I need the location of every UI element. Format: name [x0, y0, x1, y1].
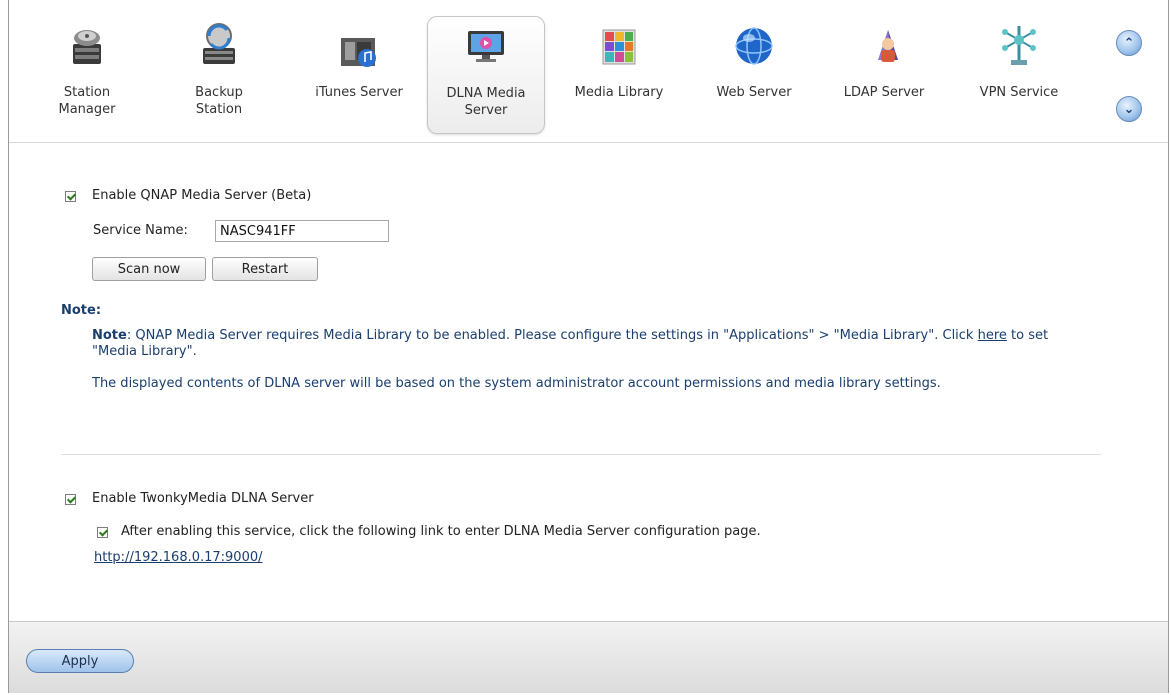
enable-qnap-media-server-label: Enable QNAP Media Server (Beta)	[92, 188, 312, 203]
note-heading: Note:	[61, 303, 102, 318]
toolbar-item-label: Station Manager	[58, 85, 116, 117]
web-server-icon	[735, 27, 773, 65]
toolbar-item-vpn-service[interactable]: VPN Service	[964, 16, 1074, 134]
scroll-down-button[interactable]: ⌄	[1116, 96, 1142, 122]
twonky-config-label: After enabling this service, click the f…	[121, 524, 761, 539]
restart-button[interactable]: Restart	[212, 257, 318, 281]
toolbar-item-label: Web Server	[716, 85, 792, 100]
media-library-icon	[602, 29, 636, 65]
chevron-down-icon: ⌄	[1123, 101, 1135, 117]
backup-station-icon	[203, 23, 235, 64]
service-name-input[interactable]	[215, 220, 389, 242]
dlna-media-server-icon	[468, 31, 504, 62]
toolbar-item-web-server[interactable]: Web Server	[699, 16, 809, 134]
apply-button[interactable]: Apply	[26, 649, 134, 673]
section-divider	[61, 454, 1101, 455]
chevron-up-icon: ⌃	[1123, 35, 1135, 51]
footer-bar: Apply	[9, 621, 1168, 693]
dlna-settings-panel: Enable QNAP Media Server (Beta) Service …	[9, 143, 1168, 621]
scroll-up-button[interactable]: ⌃	[1116, 30, 1142, 56]
vpn-service-icon	[1002, 26, 1036, 65]
toolbar-item-label: LDAP Server	[843, 85, 925, 100]
toolbar-item-label: Media Library	[574, 85, 664, 100]
note-text-part: : QNAP Media Server requires Media Libra…	[126, 328, 978, 343]
station-manager-icon	[73, 30, 101, 64]
enable-twonky-label: Enable TwonkyMedia DLNA Server	[92, 491, 314, 506]
enable-qnap-media-server-checkbox[interactable]	[65, 191, 76, 202]
application-window: Station Manager Backup Station iTunes Se…	[8, 0, 1169, 693]
itunes-server-icon	[341, 38, 376, 67]
toolbar-item-dlna-media-server[interactable]: DLNA Media Server	[427, 16, 545, 134]
toolbar-item-label: Backup Station	[195, 85, 243, 117]
note-paragraph-media-library: Note: QNAP Media Server requires Media L…	[92, 328, 1077, 360]
note-paragraph-permissions: The displayed contents of DLNA server wi…	[92, 376, 941, 391]
toolbar-item-media-library[interactable]: Media Library	[559, 16, 679, 134]
toolbar-item-label: DLNA Media Server	[446, 86, 526, 118]
toolbar-item-itunes-server[interactable]: iTunes Server	[299, 16, 419, 134]
service-name-label: Service Name:	[93, 223, 188, 238]
toolbar-item-station-manager[interactable]: Station Manager	[45, 16, 129, 134]
toolbar-item-label: iTunes Server	[315, 85, 403, 100]
twonky-config-link-checkbox[interactable]	[97, 527, 108, 538]
twonky-config-url-link[interactable]: http://192.168.0.17:9000/	[94, 550, 263, 565]
toolbar-item-label: VPN Service	[979, 85, 1059, 100]
enable-twonky-checkbox[interactable]	[65, 494, 76, 505]
ldap-server-icon	[878, 30, 898, 62]
toolbar-item-ldap-server[interactable]: LDAP Server	[829, 16, 939, 134]
app-toolbar: Station Manager Backup Station iTunes Se…	[9, 0, 1168, 143]
toolbar-item-backup-station[interactable]: Backup Station	[174, 16, 264, 134]
scan-now-button[interactable]: Scan now	[92, 257, 206, 281]
media-library-here-link[interactable]: here	[978, 328, 1007, 343]
note-bold-prefix: Note	[92, 328, 127, 343]
